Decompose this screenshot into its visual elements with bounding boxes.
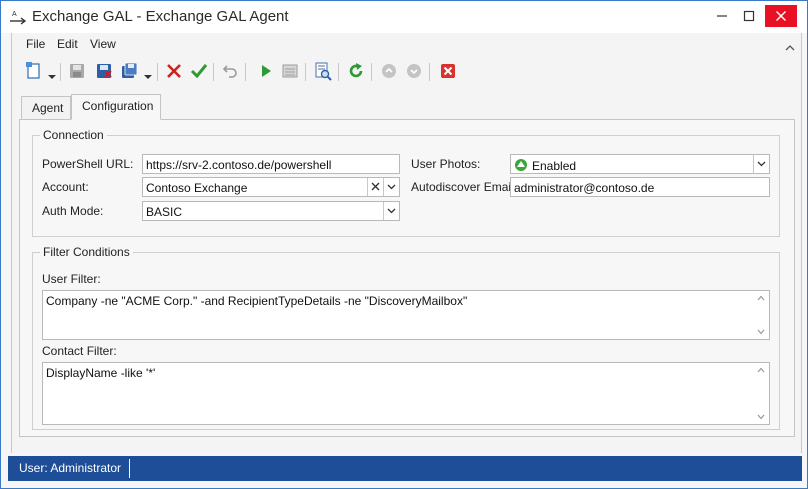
toolbar-divider <box>60 63 61 81</box>
menu-view[interactable]: View <box>90 37 116 51</box>
user-filter-textarea[interactable]: Company -ne "ACME Corp." -and RecipientT… <box>42 290 770 340</box>
filter-conditions-group-title: Filter Conditions <box>40 245 133 259</box>
status-divider <box>129 459 130 478</box>
status-bar: User: Administrator <box>8 456 802 481</box>
menu-edit[interactable]: Edit <box>57 37 78 51</box>
refresh-icon[interactable] <box>346 61 366 81</box>
contact-filter-scrollbar[interactable] <box>753 363 769 424</box>
app-logo-icon: A <box>9 9 27 25</box>
scroll-down-icon[interactable] <box>757 414 765 420</box>
menu-file[interactable]: File <box>26 37 45 51</box>
collapse-ribbon-icon[interactable] <box>785 40 795 54</box>
toolbar-divider <box>338 63 339 81</box>
save-as-icon[interactable] <box>120 61 140 81</box>
delete-icon[interactable] <box>164 61 184 81</box>
content-frame: File Edit View Agent Configuration Conne… <box>11 33 802 453</box>
auth-mode-label: Auth Mode: <box>42 204 104 218</box>
toolbar <box>12 57 801 85</box>
preview-icon[interactable] <box>313 61 333 81</box>
toolbar-divider <box>213 63 214 81</box>
toolbar-divider <box>371 63 372 81</box>
clear-icon[interactable] <box>367 178 383 196</box>
tab-agent[interactable]: Agent <box>21 96 71 119</box>
window-title: Exchange GAL - Exchange GAL Agent <box>32 8 289 25</box>
maximize-button[interactable] <box>736 5 762 27</box>
close-red-icon[interactable] <box>438 61 458 81</box>
toolbar-divider <box>429 63 430 81</box>
account-label: Account: <box>42 180 89 194</box>
status-user: User: Administrator <box>19 461 122 475</box>
chevron-down-icon[interactable] <box>48 69 56 79</box>
chevron-down-icon[interactable] <box>383 202 399 220</box>
toolbar-divider <box>305 63 306 81</box>
account-select[interactable]: Contoso Exchange <box>142 177 400 197</box>
auth-mode-select[interactable]: BASIC <box>142 201 400 221</box>
title-bar: A Exchange GAL - Exchange GAL Agent <box>1 1 807 33</box>
enabled-status-icon <box>515 159 527 171</box>
new-document-icon[interactable] <box>24 61 44 81</box>
autodiscover-email-input[interactable]: administrator@contoso.de <box>510 177 770 197</box>
powershell-url-input[interactable]: https://srv-2.contoso.de/powershell <box>142 154 400 174</box>
user-filter-scrollbar[interactable] <box>753 291 769 339</box>
save-icon[interactable] <box>67 61 87 81</box>
scroll-up-icon[interactable] <box>757 367 765 373</box>
accept-icon[interactable] <box>189 61 209 81</box>
chevron-down-icon[interactable] <box>144 69 152 79</box>
undo-icon[interactable] <box>220 61 240 81</box>
configuration-panel: Connection PowerShell URL: https://srv-2… <box>19 119 795 437</box>
tab-configuration[interactable]: Configuration <box>71 94 161 120</box>
autodiscover-email-label: Autodiscover Email: <box>411 180 518 194</box>
chevron-down-icon[interactable] <box>753 155 769 173</box>
move-down-icon[interactable] <box>404 61 424 81</box>
user-photos-select[interactable]: Enabled <box>510 154 770 174</box>
save-close-icon[interactable] <box>94 61 114 81</box>
svg-text:A: A <box>12 11 17 18</box>
powershell-url-label: PowerShell URL: <box>42 157 134 171</box>
stop-icon[interactable] <box>280 61 300 81</box>
chevron-down-icon[interactable] <box>383 178 399 196</box>
minimize-button[interactable] <box>709 5 735 27</box>
toolbar-divider <box>245 63 246 81</box>
scroll-down-icon[interactable] <box>757 329 765 335</box>
app-window: A Exchange GAL - Exchange GAL Agent File… <box>0 0 808 489</box>
run-icon[interactable] <box>256 61 276 81</box>
toolbar-divider <box>157 63 158 81</box>
move-up-icon[interactable] <box>379 61 399 81</box>
menu-bar: File Edit View <box>12 33 801 55</box>
user-filter-label: User Filter: <box>42 272 101 286</box>
filter-conditions-group: Filter Conditions User Filter: Company -… <box>32 245 780 430</box>
contact-filter-textarea[interactable]: DisplayName -like '*' <box>42 362 770 425</box>
user-photos-label: User Photos: <box>411 157 481 171</box>
connection-group: Connection PowerShell URL: https://srv-2… <box>32 128 780 237</box>
connection-group-title: Connection <box>40 128 107 142</box>
scroll-up-icon[interactable] <box>757 295 765 301</box>
contact-filter-label: Contact Filter: <box>42 344 117 358</box>
close-window-button[interactable] <box>765 5 797 27</box>
